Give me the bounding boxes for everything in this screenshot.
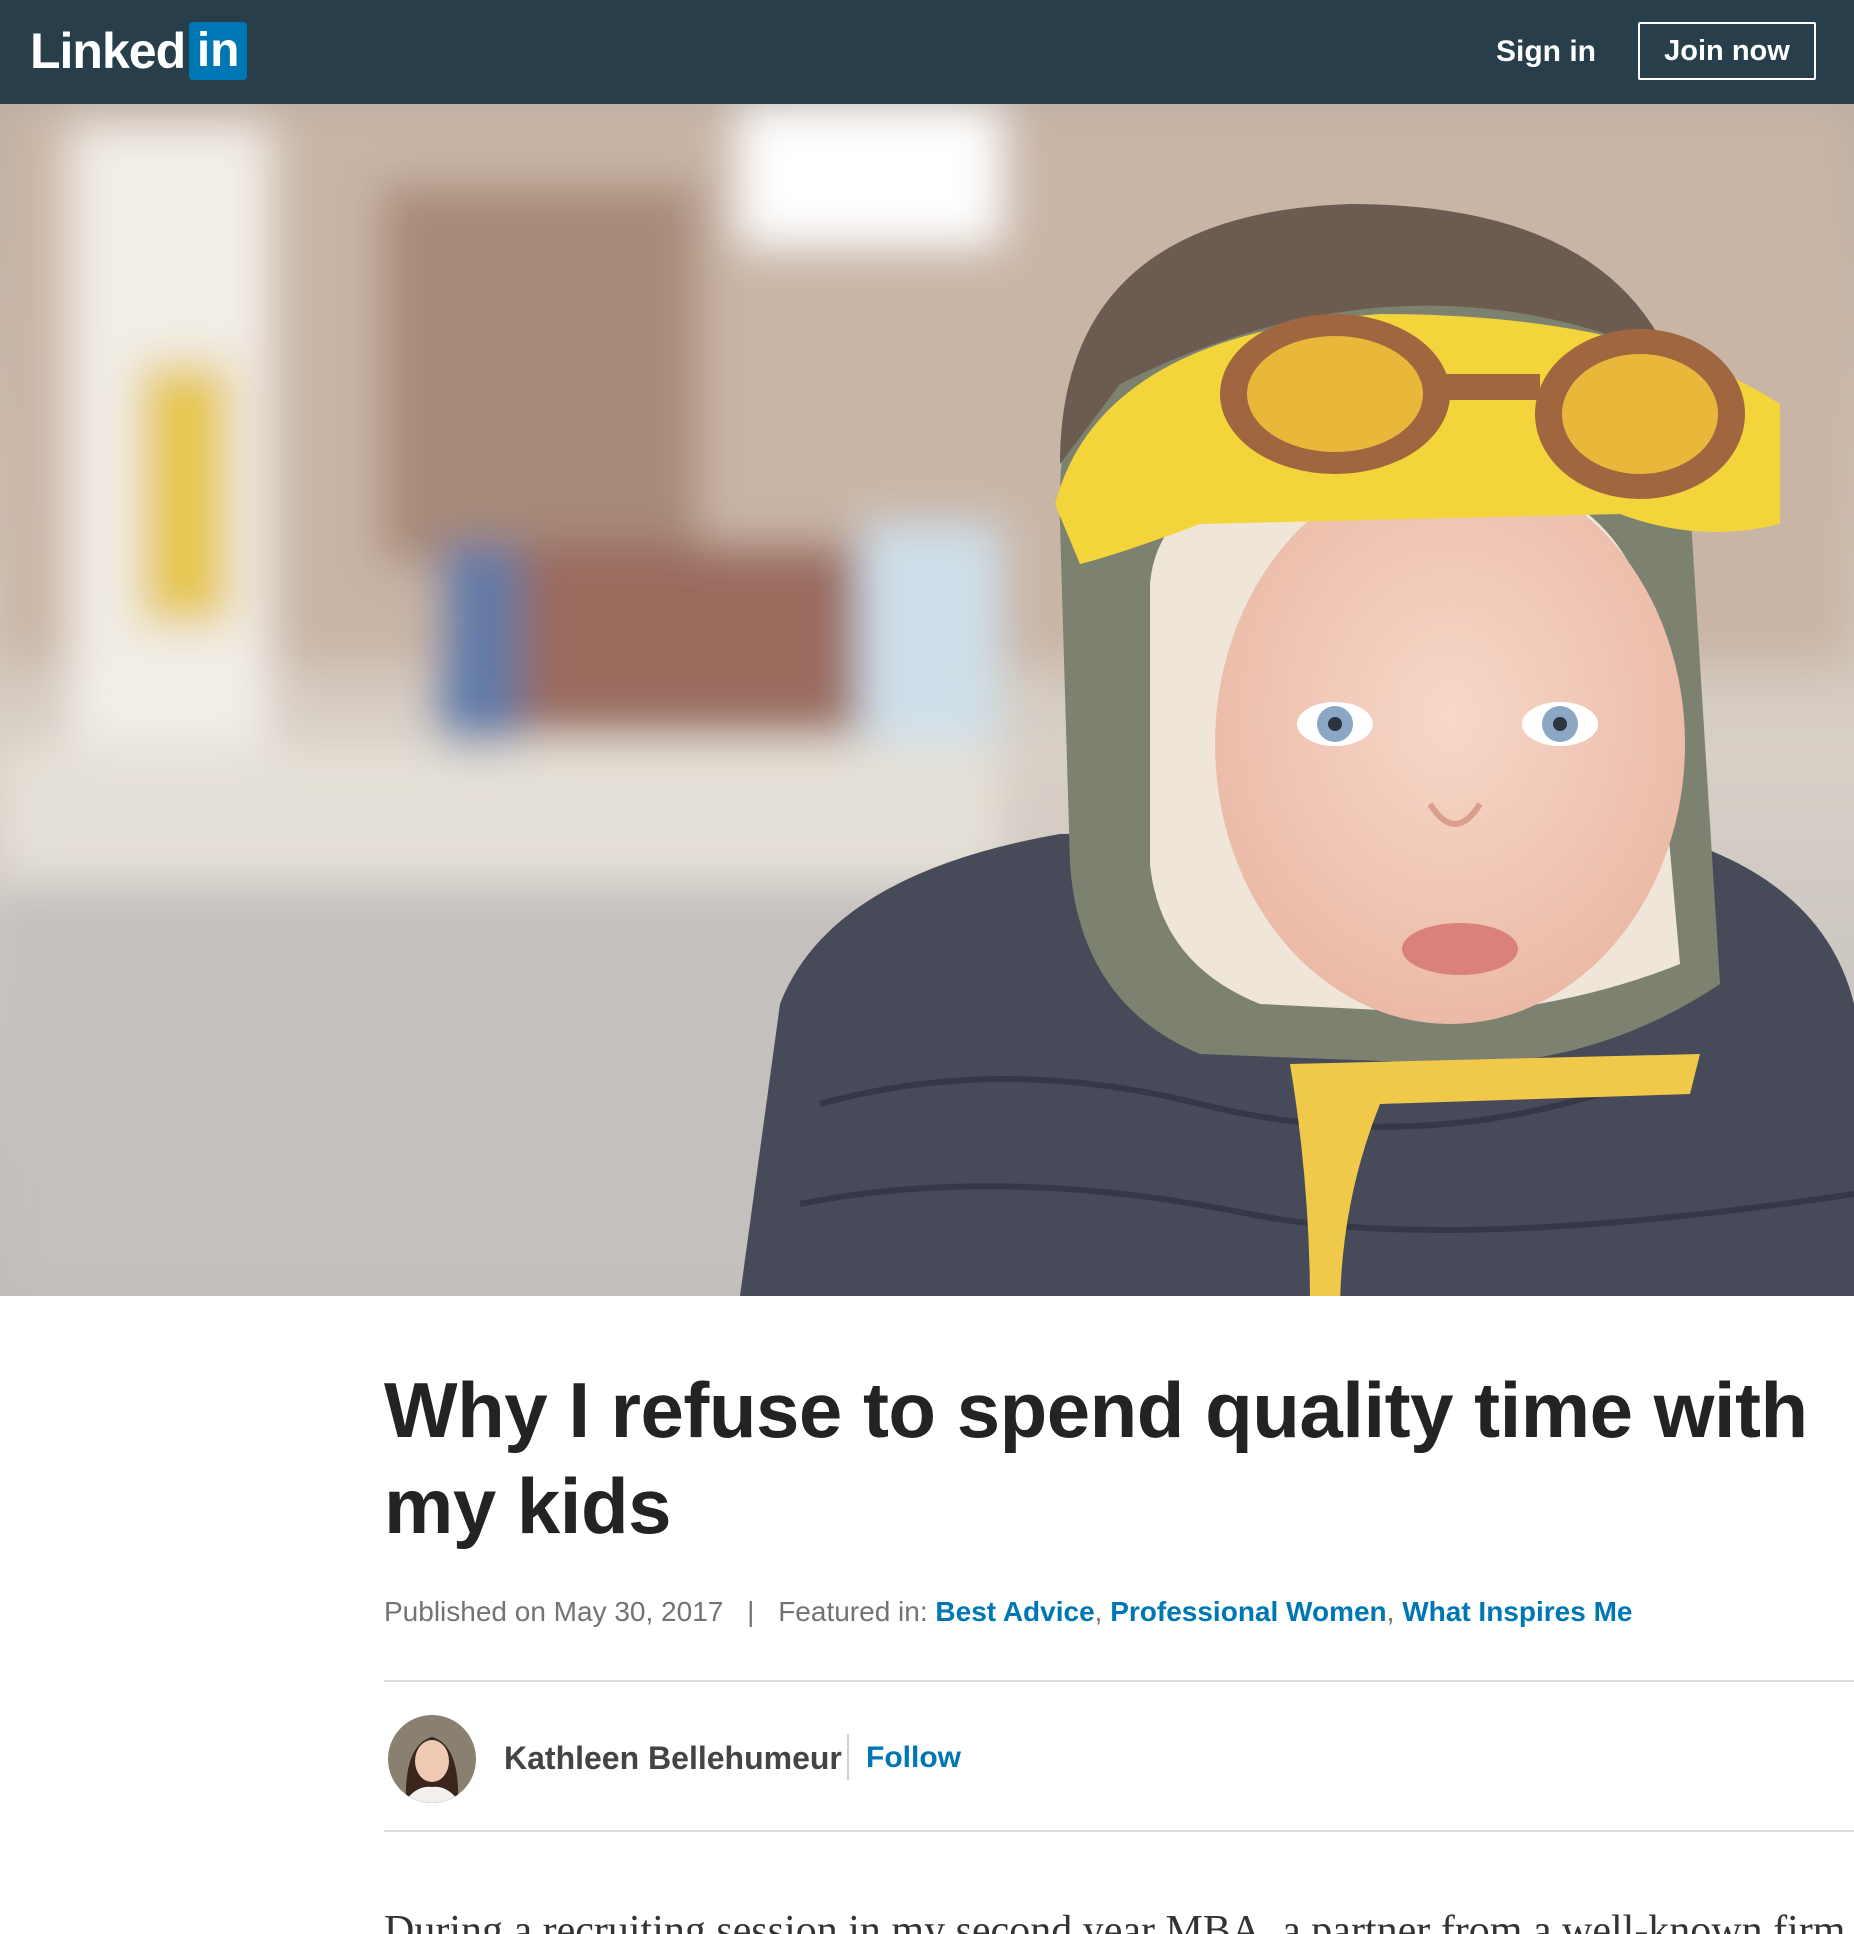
tag-comma: , xyxy=(1386,1596,1395,1627)
join-now-button[interactable]: Join now xyxy=(1638,22,1816,80)
hero-photo-illustration xyxy=(0,104,1854,1296)
avatar-portrait xyxy=(388,1715,476,1803)
meta-separator: | xyxy=(747,1596,755,1627)
hero-image xyxy=(0,104,1854,1296)
logo-in-box: in xyxy=(189,22,248,80)
follow-button[interactable]: Follow xyxy=(866,1736,961,1780)
featured-label: Featured in: xyxy=(778,1596,928,1627)
divider-bottom xyxy=(384,1830,1854,1832)
sign-in-link[interactable]: Sign in xyxy=(1496,31,1596,73)
tag-professional-women[interactable]: Professional Women xyxy=(1110,1596,1386,1627)
author-avatar[interactable] xyxy=(388,1715,476,1803)
divider-top xyxy=(384,1680,1854,1682)
tag-what-inspires-me[interactable]: What Inspires Me xyxy=(1402,1596,1632,1627)
linkedin-logo[interactable]: Linked in xyxy=(30,22,248,80)
top-nav-bar: Linked in Sign in Join now xyxy=(0,0,1854,104)
author-name[interactable]: Kathleen Bellehumeur xyxy=(504,1736,842,1780)
tag-comma: , xyxy=(1094,1596,1103,1627)
tag-best-advice[interactable]: Best Advice xyxy=(935,1596,1094,1627)
article-body-first-line: During a recruiting session in my second… xyxy=(384,1908,1846,1934)
author-follow-divider xyxy=(847,1734,849,1780)
published-date: Published on May 30, 2017 xyxy=(384,1596,724,1627)
article-meta: Published on May 30, 2017 | Featured in:… xyxy=(384,1592,1632,1632)
logo-wordmark: Linked xyxy=(30,23,186,79)
article-title: Why I refuse to spend quality time with … xyxy=(384,1366,1808,1550)
